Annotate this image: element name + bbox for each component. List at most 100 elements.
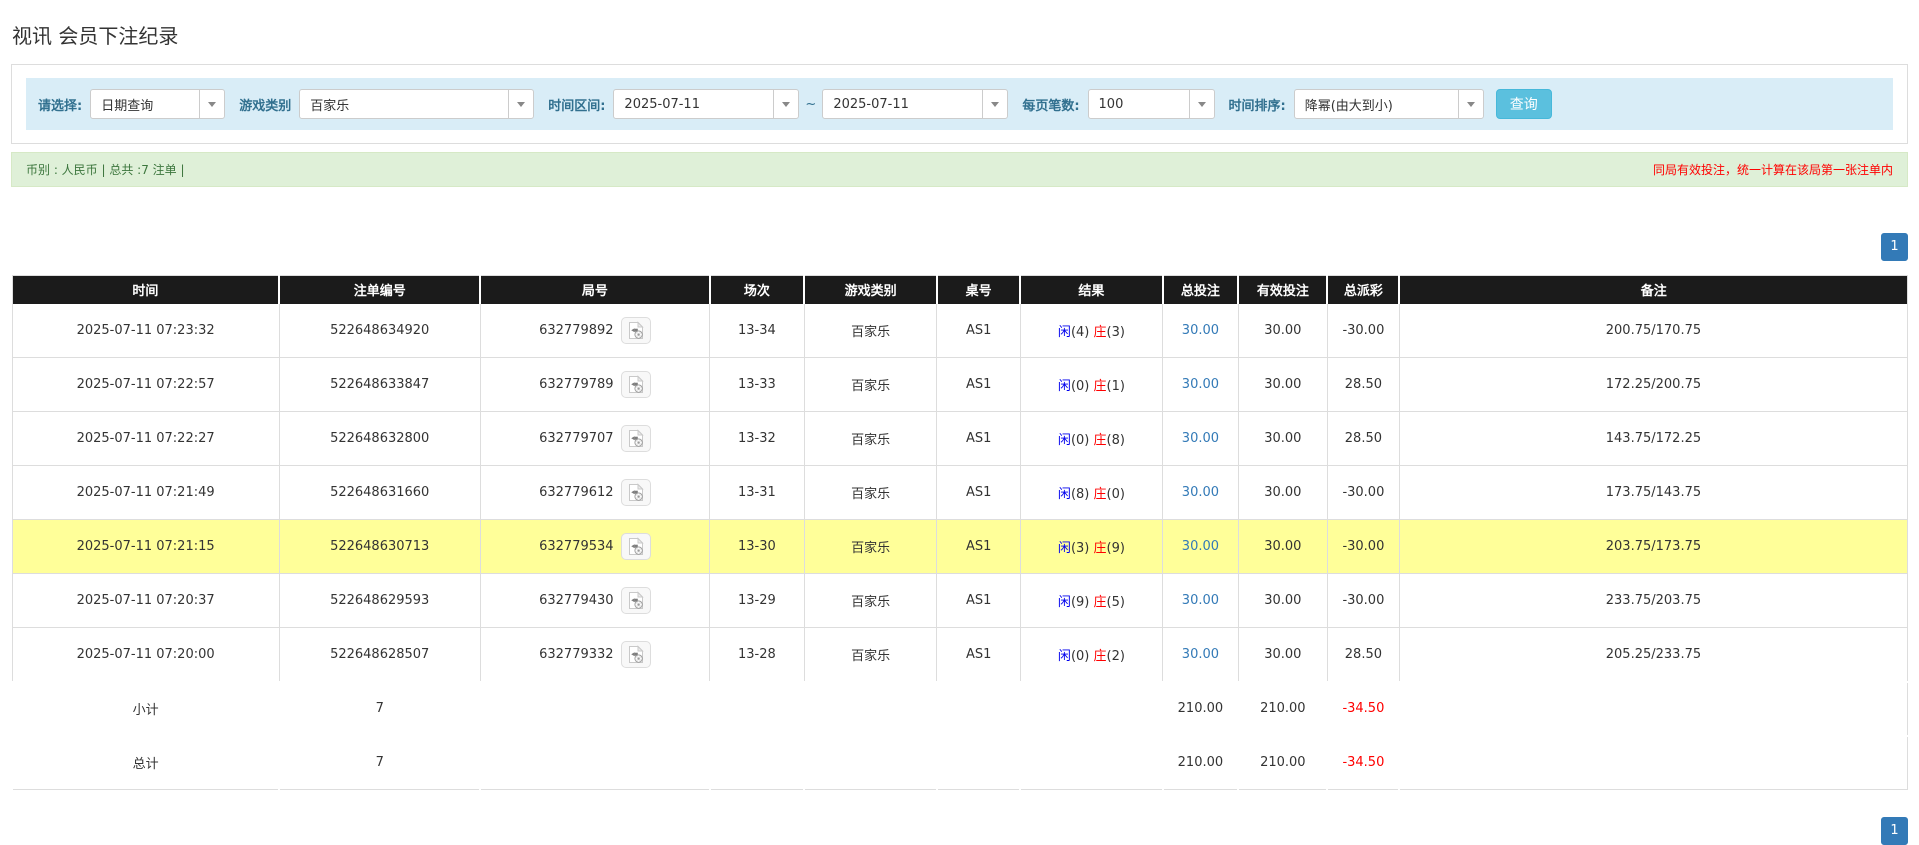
result-player-score: (3)	[1071, 541, 1094, 556]
cell-round: 632779789	[480, 358, 709, 412]
page-size-label: 每页笔数:	[1022, 95, 1079, 114]
empty-cell	[937, 682, 1020, 736]
total-bet-link[interactable]: 30.00	[1182, 647, 1219, 662]
result-banker-score: (0)	[1107, 487, 1125, 502]
query-type-value: 日期查询	[91, 90, 199, 118]
table-row: 2025-07-11 07:20:37522648629593632779430…	[12, 574, 1908, 628]
table-row: 2025-07-11 07:21:15522648630713 632779534…	[12, 520, 1908, 574]
video-replay-button[interactable]	[621, 641, 651, 668]
cell-note: 173.75/143.75	[1399, 466, 1907, 520]
video-replay-button[interactable]	[621, 317, 651, 344]
cell-bet-id: 522648630713	[279, 520, 480, 574]
cell-result: 闲(0) 庄(1)	[1020, 358, 1162, 412]
cell-result: 闲(4) 庄(3)	[1020, 304, 1162, 358]
cell-result: 闲(9) 庄(5)	[1020, 574, 1162, 628]
cell-time: 2025-07-11 07:21:15	[12, 520, 279, 574]
video-replay-button[interactable]	[621, 479, 651, 506]
cell-note: 143.75/172.25	[1399, 412, 1907, 466]
same-round-notice-text: 同局有效投注，统一计算在该局第一张注单内	[1653, 161, 1893, 178]
video-replay-button[interactable]	[621, 425, 651, 452]
cell-valid-bet: 30.00	[1238, 466, 1327, 520]
video-icon	[628, 483, 644, 502]
total-row: 总计 7 210.00 210.00 -34.50	[12, 736, 1908, 790]
round-number: 632779789	[539, 377, 613, 392]
cell-result: 闲(0) 庄(2)	[1020, 628, 1162, 682]
date-to-select[interactable]: 2025-07-11	[822, 89, 1008, 119]
empty-cell	[804, 682, 937, 736]
pagination-top: 1	[11, 233, 1908, 261]
cell-table-no: AS1	[937, 358, 1020, 412]
cell-round: 632779892	[480, 304, 709, 358]
cell-game-type: 百家乐	[804, 628, 937, 682]
result-banker: 庄	[1093, 487, 1106, 502]
cell-round: 632779534	[480, 520, 709, 574]
empty-cell	[1399, 682, 1907, 736]
round-number: 632779892	[539, 323, 613, 338]
time-sort-value: 降幂(由大到小)	[1295, 90, 1458, 118]
date-to-value: 2025-07-11	[823, 90, 982, 118]
result-player: 闲	[1058, 595, 1071, 610]
cell-session: 13-32	[710, 412, 805, 466]
cell-time: 2025-07-11 07:22:57	[12, 358, 279, 412]
col-header-round: 局号	[480, 276, 709, 304]
cell-valid-bet: 30.00	[1238, 520, 1327, 574]
table-row: 2025-07-11 07:23:32522648634920 632779892…	[12, 304, 1908, 358]
pagination-page-button-bottom[interactable]: 1	[1881, 817, 1908, 845]
empty-cell	[1020, 736, 1162, 790]
cell-note: 200.75/170.75	[1399, 304, 1907, 358]
round-number: 632779534	[539, 539, 613, 554]
result-player: 闲	[1058, 487, 1071, 502]
result-banker-score: (1)	[1107, 379, 1125, 394]
table-row: 2025-07-11 07:21:49522648631660632779612…	[12, 466, 1908, 520]
result-banker: 庄	[1093, 325, 1106, 340]
total-bet-link[interactable]: 30.00	[1182, 539, 1219, 554]
cell-time: 2025-07-11 07:21:49	[12, 466, 279, 520]
cell-bet-id: 522648629593	[279, 574, 480, 628]
filter-bar: 请选择: 日期查询 游戏类别 百家乐 时间区间: 2025-07-11 ~ 20…	[26, 78, 1893, 130]
subtotal-total-bet: 210.00	[1163, 682, 1239, 736]
cell-table-no: AS1	[937, 574, 1020, 628]
cell-payout: -30.00	[1327, 466, 1399, 520]
total-valid-bet: 210.00	[1238, 736, 1327, 790]
result-player-score: (0)	[1071, 433, 1094, 448]
empty-cell	[710, 736, 805, 790]
pagination-page-button-top[interactable]: 1	[1881, 233, 1908, 261]
cell-result: 闲(3) 庄(9)	[1020, 520, 1162, 574]
cell-total-bet: 30.00	[1163, 574, 1239, 628]
game-type-select[interactable]: 百家乐	[299, 89, 534, 119]
cell-payout: 28.50	[1327, 412, 1399, 466]
table-row: 2025-07-11 07:20:00522648628507632779332…	[12, 628, 1908, 682]
total-bet-link[interactable]: 30.00	[1182, 431, 1219, 446]
video-icon	[628, 375, 644, 394]
total-total-bet: 210.00	[1163, 736, 1239, 790]
video-replay-button[interactable]	[621, 371, 651, 398]
cell-game-type: 百家乐	[804, 358, 937, 412]
total-bet-link[interactable]: 30.00	[1182, 377, 1219, 392]
video-replay-button[interactable]	[621, 587, 651, 614]
video-replay-button[interactable]	[621, 533, 651, 560]
video-icon	[628, 429, 644, 448]
result-banker: 庄	[1093, 541, 1106, 556]
cell-result: 闲(0) 庄(8)	[1020, 412, 1162, 466]
round-number: 632779332	[539, 647, 613, 662]
cell-session: 13-34	[710, 304, 805, 358]
cell-total-bet: 30.00	[1163, 304, 1239, 358]
total-payout: -34.50	[1327, 736, 1399, 790]
total-bet-link[interactable]: 30.00	[1182, 323, 1219, 338]
page-size-value: 100	[1089, 90, 1189, 118]
cell-total-bet: 30.00	[1163, 412, 1239, 466]
total-bet-link[interactable]: 30.00	[1182, 593, 1219, 608]
query-type-select[interactable]: 日期查询	[90, 89, 225, 119]
date-from-select[interactable]: 2025-07-11	[613, 89, 799, 119]
cell-game-type: 百家乐	[804, 304, 937, 358]
time-sort-select[interactable]: 降幂(由大到小)	[1294, 89, 1484, 119]
total-bet-link[interactable]: 30.00	[1182, 485, 1219, 500]
cell-bet-id: 522648634920	[279, 304, 480, 358]
page-size-select[interactable]: 100	[1088, 89, 1215, 119]
cell-table-no: AS1	[937, 520, 1020, 574]
cell-total-bet: 30.00	[1163, 628, 1239, 682]
chevron-down-icon	[199, 90, 224, 118]
cell-time: 2025-07-11 07:23:32	[12, 304, 279, 358]
result-banker: 庄	[1093, 433, 1106, 448]
search-button[interactable]: 查询	[1496, 89, 1552, 119]
